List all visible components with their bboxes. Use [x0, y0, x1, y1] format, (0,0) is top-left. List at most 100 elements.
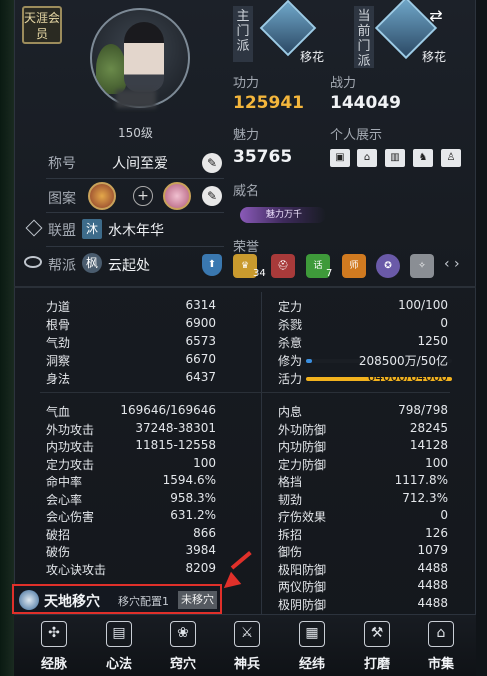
current-school-label: 当前门派 — [354, 6, 374, 69]
sword-icon: ⚔ — [234, 621, 260, 647]
stat-label: 拆招 — [278, 527, 303, 542]
stat-value: 126 — [425, 525, 448, 540]
edit-pattern-icon[interactable]: ✎ — [202, 186, 222, 206]
stat-label: 定力攻击 — [46, 457, 95, 472]
attr-label: 洞察 — [46, 354, 71, 368]
attr-label: 根骨 — [46, 318, 71, 332]
lotus-icon: ❀ — [170, 621, 196, 647]
stat-label: 外功防御 — [278, 422, 327, 437]
alliance-name[interactable]: 水木年华 — [108, 220, 164, 240]
stat-label: 定力防御 — [278, 457, 327, 472]
stat-label: 格挡 — [278, 475, 303, 489]
stat-value: 37248-38301 — [135, 420, 216, 435]
stat-value: 14128 — [409, 438, 448, 452]
attributes-right: 定力 100/100 杀戮 0 杀意 1250 修为 208500万/50亿 活力 6… — [278, 298, 452, 388]
stat-value: 4488 — [417, 595, 448, 610]
stat-value: 4488 — [417, 578, 448, 592]
zhanli-label: 战力 — [330, 76, 357, 91]
tab-label: 打磨 — [363, 657, 390, 672]
acupoint-icon — [19, 590, 39, 610]
meridian-icon: ✣ — [41, 621, 67, 647]
attr-label: 活力 — [278, 372, 303, 386]
stat-value: 866 — [193, 525, 216, 540]
stat-value: 4488 — [417, 560, 448, 575]
divider — [46, 212, 224, 213]
acupoint-shift-box[interactable]: 天地移穴 移穴配置1 未移穴 — [12, 584, 222, 614]
stat-label: 内功攻击 — [46, 440, 95, 454]
tab-shiji[interactable]: ⌂ 市集 — [411, 621, 471, 672]
honor-label: 荣誉 — [233, 240, 260, 255]
gongli-value: 125941 — [233, 93, 304, 113]
eye-icon[interactable] — [24, 256, 42, 268]
add-pattern-icon[interactable]: + — [133, 186, 153, 206]
stat-label: 极阴防御 — [278, 597, 327, 612]
main-school-name: 移花 — [300, 50, 325, 64]
tab-damo[interactable]: ⚒ 打磨 — [347, 621, 407, 672]
acupoint-config[interactable]: 移穴配置1 — [118, 593, 169, 609]
main-school-label: 主门派 — [233, 6, 253, 62]
avatar-portrait — [124, 22, 164, 92]
tab-label: 心法 — [105, 657, 132, 672]
attr-label: 修为 — [278, 354, 303, 368]
attr-value: 6573 — [185, 334, 216, 348]
attr-value: 100/100 — [398, 298, 448, 312]
combat-stats-right: 内息 798/798 外功防御 28245 内功防御 14128 定力防御 100 格挡 1117… — [278, 403, 448, 613]
stat-label: 内息 — [278, 405, 303, 419]
stat-value: 958.3% — [170, 490, 216, 505]
card-icon[interactable]: ▣ — [330, 149, 350, 167]
tab-qiaoxue[interactable]: ❀ 窍穴 — [153, 621, 213, 672]
stat-value: 100 — [425, 455, 448, 470]
tab-shenbing[interactable]: ⚔ 神兵 — [217, 621, 277, 672]
weiming-title-badge[interactable]: 魅力万千 — [240, 207, 326, 223]
stat-label: 韧劲 — [278, 492, 303, 507]
column-divider — [261, 292, 262, 614]
tab-xinfa[interactable]: ▤ 心法 — [89, 621, 149, 672]
stat-value: 3984 — [185, 543, 216, 557]
edit-title-icon[interactable]: ✎ — [202, 153, 222, 173]
stat-label: 外功攻击 — [46, 422, 95, 437]
meili-label: 魅力 — [233, 128, 260, 143]
stat-label: 疗伤效果 — [278, 510, 327, 524]
tab-jingmai[interactable]: ✣ 经脉 — [24, 621, 84, 672]
guild-shield-icon[interactable]: ⬆ — [202, 254, 222, 276]
pattern-lotus-icon[interactable] — [163, 182, 191, 210]
guild-name[interactable]: 云起处 — [108, 255, 150, 275]
level-label: 150级 — [118, 126, 153, 140]
background-edge-left — [0, 0, 14, 676]
stat-label: 破伤 — [46, 545, 71, 559]
zhanli-value: 144049 — [330, 93, 401, 113]
stat-label: 攻心诀攻击 — [46, 562, 107, 577]
grid-icon: ▦ — [299, 621, 325, 647]
stat-value: 1079 — [417, 543, 448, 557]
title-value: 人间至爱 — [112, 156, 168, 172]
honor-medal-icon[interactable]: ✪ — [376, 254, 400, 278]
honor-wing-icon[interactable]: ✧ — [410, 254, 434, 278]
honor-scroll-arrows[interactable]: ‹ › — [444, 256, 460, 272]
section-divider — [14, 286, 476, 288]
background-edge-right — [476, 0, 487, 676]
honor-count-2: 7 — [326, 268, 333, 279]
tab-jingwei[interactable]: ▦ 经纬 — [282, 621, 342, 672]
stat-label: 内功防御 — [278, 440, 327, 454]
honor-master-icon[interactable]: 师 — [342, 254, 366, 278]
stat-value: 631.2% — [170, 508, 216, 522]
book-icon: ▤ — [106, 621, 132, 647]
pattern-emblem-icon[interactable] — [88, 182, 116, 210]
mount-icon[interactable]: ♞ — [413, 149, 433, 167]
guild-tag-icon: 枫 — [82, 253, 102, 273]
acupoint-shift-title: 天地移穴 — [44, 594, 100, 610]
home-icon[interactable]: ⌂ — [357, 149, 377, 167]
attr-value: 6670 — [185, 352, 216, 366]
chart-icon[interactable]: ▥ — [385, 149, 405, 167]
alliance-tag-icon: 沐 — [82, 219, 102, 239]
stat-label: 气血 — [46, 405, 71, 419]
swap-icon[interactable]: ⇄ — [426, 6, 446, 26]
tab-label: 经脉 — [40, 657, 67, 672]
attr-value: 1250 — [417, 334, 448, 348]
outfit-icon[interactable]: ♙ — [441, 149, 461, 167]
honor-helmet-icon[interactable]: ⛑ — [271, 254, 295, 278]
attr-value: 6314 — [185, 298, 216, 312]
stat-label: 御伤 — [278, 545, 303, 559]
guild-label: 帮派 — [48, 258, 76, 274]
member-badge: 天涯会员 — [22, 6, 62, 44]
